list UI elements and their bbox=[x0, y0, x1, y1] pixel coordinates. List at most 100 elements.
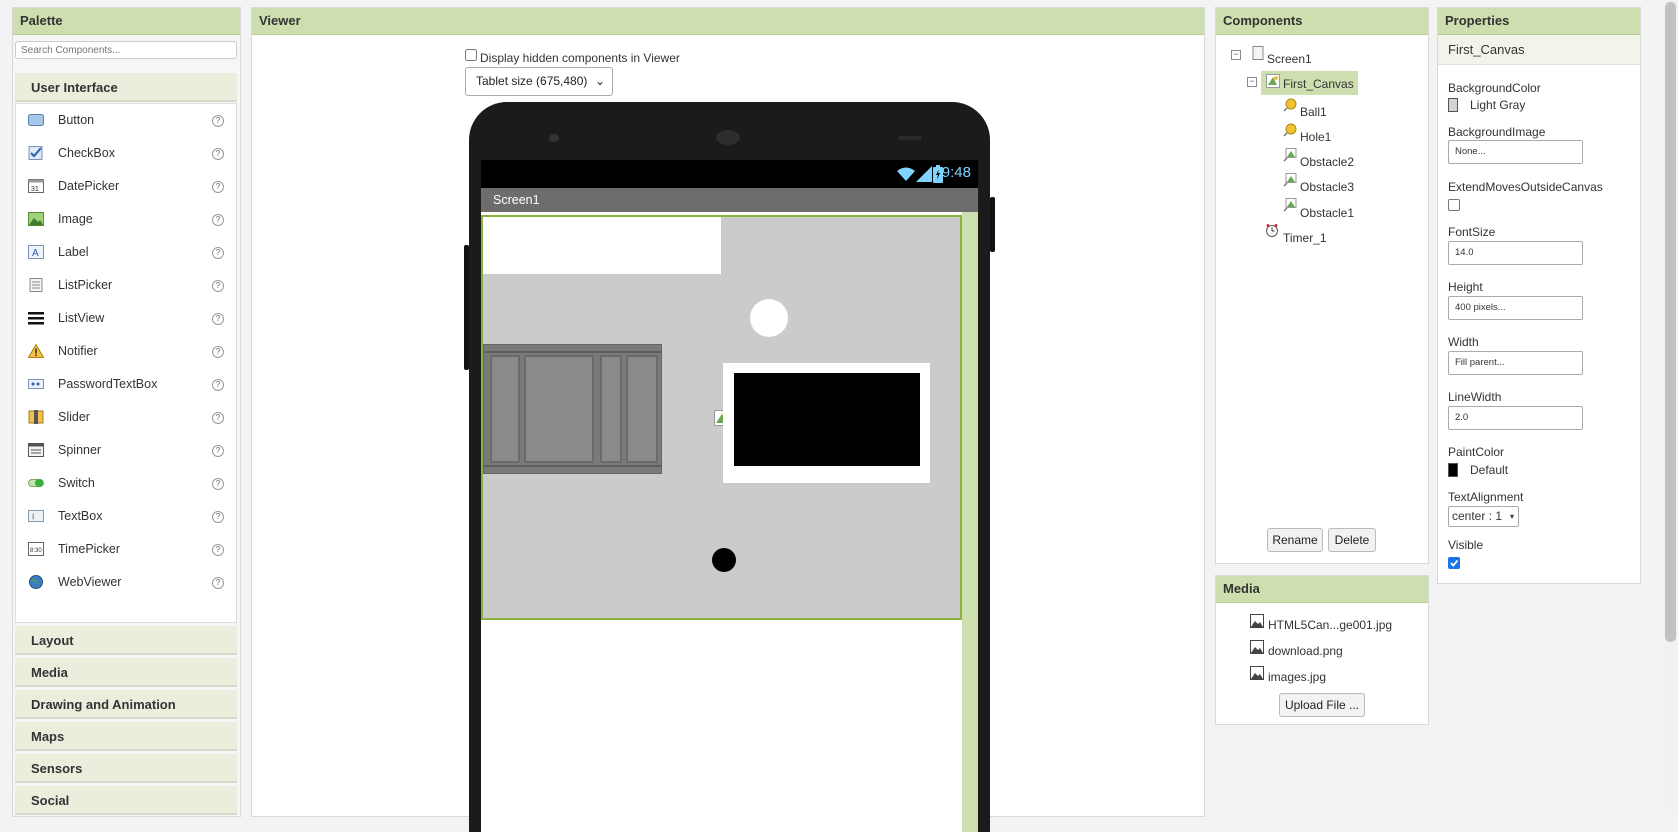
properties-title: Properties bbox=[1438, 8, 1640, 35]
phone-speaker bbox=[716, 130, 740, 145]
palette-item-label-component[interactable]: A Label ? bbox=[16, 236, 236, 269]
tree-ball1[interactable]: Ball1 bbox=[1300, 105, 1327, 119]
help-icon[interactable]: ? bbox=[212, 247, 224, 259]
display-hidden-checkbox[interactable] bbox=[465, 49, 477, 61]
help-icon[interactable]: ? bbox=[212, 478, 224, 490]
tree-timer1[interactable]: Timer_1 bbox=[1283, 231, 1327, 245]
palette-item-image[interactable]: Image ? bbox=[16, 203, 236, 236]
check-icon bbox=[1450, 559, 1459, 567]
help-icon[interactable]: ? bbox=[212, 346, 224, 358]
palette-item-passwordtextbox[interactable]: PasswordTextBox ? bbox=[16, 368, 236, 401]
category-user-interface[interactable]: User Interface bbox=[15, 73, 237, 102]
phone-side-button bbox=[990, 197, 995, 252]
category-layout[interactable]: Layout bbox=[15, 626, 237, 655]
paint-color-swatch[interactable] bbox=[1448, 463, 1458, 477]
help-icon[interactable]: ? bbox=[212, 181, 224, 193]
device-size-select[interactable]: Tablet size (675,480) ⌄ bbox=[465, 67, 613, 96]
tree-first-canvas[interactable]: First_Canvas bbox=[1261, 71, 1358, 95]
palette-item-label: TimePicker bbox=[58, 542, 121, 556]
palette-item-label: ListPicker bbox=[58, 278, 113, 292]
obstacle-image-sprite[interactable] bbox=[483, 344, 662, 474]
spinner-icon bbox=[28, 443, 44, 457]
obstacle-sprite[interactable] bbox=[483, 217, 721, 274]
background-color-value[interactable]: Light Gray bbox=[1470, 98, 1525, 112]
first-canvas[interactable] bbox=[481, 215, 962, 620]
collapse-toggle[interactable]: − bbox=[1247, 77, 1257, 87]
search-components-input[interactable] bbox=[15, 41, 237, 59]
svg-text:31: 31 bbox=[31, 186, 39, 193]
help-icon[interactable]: ? bbox=[212, 313, 224, 325]
palette-item-slider[interactable]: Slider ? bbox=[16, 401, 236, 434]
width-field[interactable]: Fill parent... bbox=[1448, 351, 1583, 375]
media-file[interactable]: download.png bbox=[1268, 644, 1343, 658]
category-media[interactable]: Media bbox=[15, 658, 237, 687]
phone-sensor bbox=[899, 136, 921, 140]
obstacle-sprite[interactable] bbox=[723, 363, 930, 483]
palette-item-listpicker[interactable]: ListPicker ? bbox=[16, 269, 236, 302]
help-icon[interactable]: ? bbox=[212, 148, 224, 160]
palette-item-textbox[interactable]: I TextBox ? bbox=[16, 500, 236, 533]
webviewer-icon bbox=[29, 575, 43, 589]
font-size-field[interactable]: 14.0 bbox=[1448, 241, 1583, 265]
palette-item-notifier[interactable]: Notifier ? bbox=[16, 335, 236, 368]
help-icon[interactable]: ? bbox=[212, 445, 224, 457]
palette-item-spinner[interactable]: Spinner ? bbox=[16, 434, 236, 467]
palette-item-datepicker[interactable]: 31 DatePicker ? bbox=[16, 170, 236, 203]
background-image-field[interactable]: None... bbox=[1448, 140, 1583, 164]
page-scrollbar-thumb[interactable] bbox=[1665, 2, 1676, 642]
height-field[interactable]: 400 pixels... bbox=[1448, 296, 1583, 320]
phone-side-button bbox=[464, 245, 469, 370]
screen-icon bbox=[1252, 46, 1264, 60]
background-color-swatch[interactable] bbox=[1448, 98, 1458, 112]
ball-sprite[interactable] bbox=[712, 548, 736, 572]
category-maps[interactable]: Maps bbox=[15, 722, 237, 751]
ball-icon bbox=[1283, 98, 1297, 112]
collapse-toggle[interactable]: − bbox=[1231, 50, 1241, 60]
text-alignment-select[interactable]: center : 1 ▾ bbox=[1448, 506, 1519, 527]
screen-title-bar: Screen1 bbox=[481, 188, 978, 212]
tree-screen1[interactable]: Screen1 bbox=[1267, 52, 1312, 66]
help-icon[interactable]: ? bbox=[212, 214, 224, 226]
hole-sprite[interactable] bbox=[750, 299, 788, 337]
tree-hole1[interactable]: Hole1 bbox=[1300, 130, 1331, 144]
user-interface-list: Button ? CheckBox ? 31 DatePicker ? Imag… bbox=[15, 103, 237, 623]
rename-button[interactable]: Rename bbox=[1267, 528, 1323, 552]
status-bar: 9:48 bbox=[481, 160, 978, 188]
help-icon[interactable]: ? bbox=[212, 511, 224, 523]
tree-obstacle1[interactable]: Obstacle1 bbox=[1300, 206, 1354, 220]
media-file[interactable]: HTML5Can...ge001.jpg bbox=[1268, 618, 1392, 632]
textbox-icon: I bbox=[28, 510, 44, 522]
palette-item-webviewer[interactable]: WebViewer ? bbox=[16, 566, 236, 599]
palette-item-listview[interactable]: ListView ? bbox=[16, 302, 236, 335]
screen-scroll-strip bbox=[962, 212, 978, 832]
text-alignment-label: TextAlignment bbox=[1448, 490, 1524, 504]
line-width-field[interactable]: 2.0 bbox=[1448, 406, 1583, 430]
palette-item-switch[interactable]: Switch ? bbox=[16, 467, 236, 500]
category-social[interactable]: Social bbox=[15, 786, 237, 815]
delete-button[interactable]: Delete bbox=[1328, 528, 1376, 552]
tree-obstacle2[interactable]: Obstacle2 bbox=[1300, 155, 1354, 169]
category-sensors[interactable]: Sensors bbox=[15, 754, 237, 783]
background-color-label: BackgroundColor bbox=[1448, 81, 1541, 95]
phone-mockup: 9:48 Screen1 bbox=[464, 102, 995, 832]
palette-item-button[interactable]: Button ? bbox=[16, 104, 236, 137]
slider-icon bbox=[28, 410, 44, 424]
visible-checkbox[interactable] bbox=[1448, 557, 1460, 569]
media-file[interactable]: images.jpg bbox=[1268, 670, 1326, 684]
paint-color-value[interactable]: Default bbox=[1470, 463, 1508, 477]
background-image-label: BackgroundImage bbox=[1448, 125, 1546, 139]
extend-moves-checkbox[interactable] bbox=[1448, 199, 1460, 211]
palette-item-checkbox[interactable]: CheckBox ? bbox=[16, 137, 236, 170]
help-icon[interactable]: ? bbox=[212, 577, 224, 589]
help-icon[interactable]: ? bbox=[212, 379, 224, 391]
category-drawing-and-animation[interactable]: Drawing and Animation bbox=[15, 690, 237, 719]
help-icon[interactable]: ? bbox=[212, 412, 224, 424]
help-icon[interactable]: ? bbox=[212, 115, 224, 127]
help-icon[interactable]: ? bbox=[212, 280, 224, 292]
upload-file-button[interactable]: Upload File ... bbox=[1279, 693, 1365, 717]
help-icon[interactable]: ? bbox=[212, 544, 224, 556]
palette-item-label: WebViewer bbox=[58, 575, 122, 589]
page-scrollbar[interactable] bbox=[1663, 0, 1678, 809]
palette-item-timepicker[interactable]: 8:30 TimePicker ? bbox=[16, 533, 236, 566]
tree-obstacle3[interactable]: Obstacle3 bbox=[1300, 180, 1354, 194]
